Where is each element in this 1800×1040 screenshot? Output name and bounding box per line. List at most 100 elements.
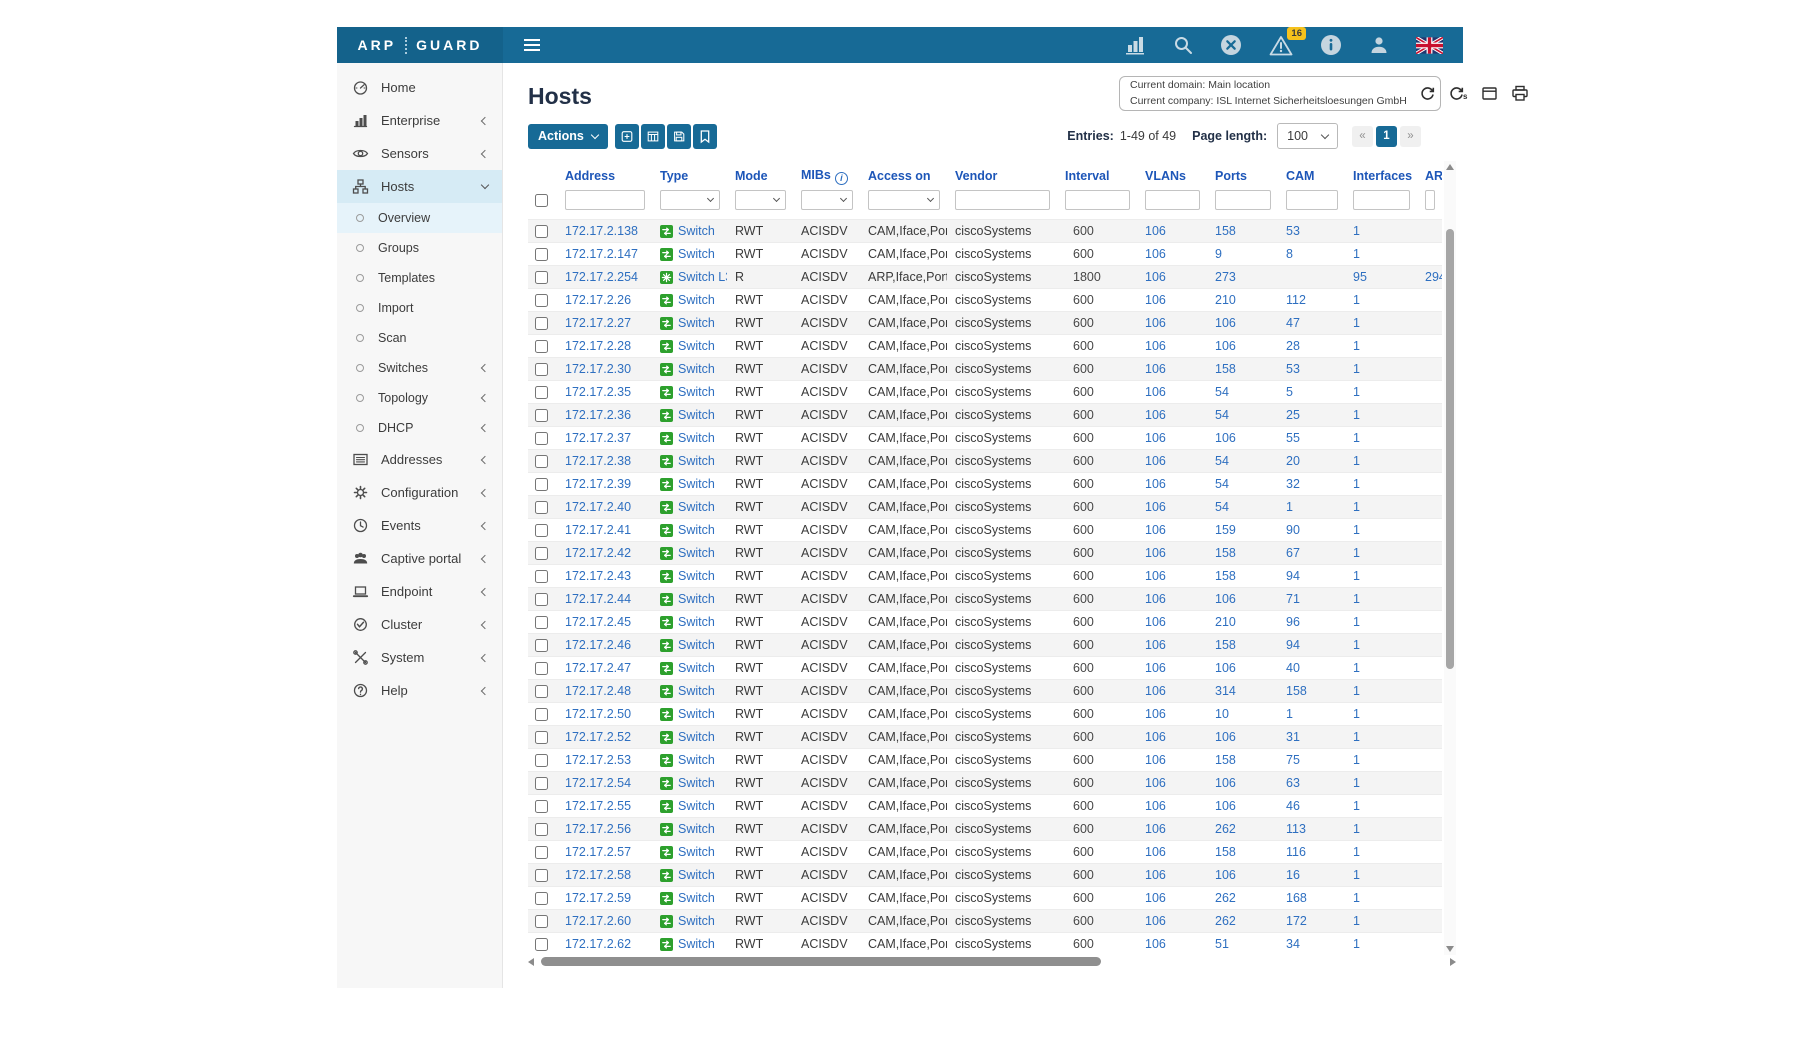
interfaces-link[interactable]: 1 — [1353, 661, 1360, 675]
vlans-link[interactable]: 106 — [1145, 293, 1166, 307]
cam-link[interactable]: 67 — [1286, 546, 1300, 560]
ports-link[interactable]: 158 — [1215, 569, 1236, 583]
row-checkbox[interactable] — [535, 409, 548, 422]
interfaces-link[interactable]: 1 — [1353, 799, 1360, 813]
cam-link[interactable]: 90 — [1286, 523, 1300, 537]
interval-filter-input[interactable] — [1065, 190, 1130, 210]
interfaces-link[interactable]: 1 — [1353, 385, 1360, 399]
row-checkbox[interactable] — [535, 478, 548, 491]
address-filter-input[interactable] — [565, 190, 645, 210]
interfaces-link[interactable]: 1 — [1353, 477, 1360, 491]
refresh-icon[interactable] — [1419, 85, 1436, 102]
type-link[interactable]: Switch — [678, 362, 715, 376]
arp-filter-input[interactable] — [1425, 190, 1435, 210]
row-checkbox[interactable] — [535, 685, 548, 698]
column-label[interactable]: Address — [565, 169, 615, 183]
vlans-link[interactable]: 106 — [1145, 569, 1166, 583]
sidebar-item-switches[interactable]: Switches — [337, 353, 502, 383]
interfaces-link[interactable]: 1 — [1353, 776, 1360, 790]
vlans-link[interactable]: 106 — [1145, 247, 1166, 261]
cam-link[interactable]: 158 — [1286, 684, 1307, 698]
ports-link[interactable]: 54 — [1215, 408, 1229, 422]
vlans-link[interactable]: 106 — [1145, 868, 1166, 882]
ports-link[interactable]: 106 — [1215, 316, 1236, 330]
address-link[interactable]: 172.17.2.39 — [565, 477, 631, 491]
cam-link[interactable]: 71 — [1286, 592, 1300, 606]
address-link[interactable]: 172.17.2.47 — [565, 661, 631, 675]
address-link[interactable]: 172.17.2.58 — [565, 868, 631, 882]
cam-link[interactable]: 20 — [1286, 454, 1300, 468]
interfaces-link[interactable]: 1 — [1353, 247, 1360, 261]
row-checkbox[interactable] — [535, 455, 548, 468]
type-link[interactable]: Switch — [678, 707, 715, 721]
row-checkbox[interactable] — [535, 869, 548, 882]
vlans-link[interactable]: 106 — [1145, 776, 1166, 790]
sidebar-item-overview[interactable]: Overview — [337, 203, 502, 233]
row-checkbox[interactable] — [535, 386, 548, 399]
sidebar-item-enterprise[interactable]: Enterprise — [337, 104, 502, 137]
column-label[interactable]: VLANs — [1145, 169, 1186, 183]
interfaces-link[interactable]: 1 — [1353, 845, 1360, 859]
cam-link[interactable]: 168 — [1286, 891, 1307, 905]
vlans-link[interactable]: 106 — [1145, 546, 1166, 560]
type-link[interactable]: Switch — [678, 891, 715, 905]
ports-link[interactable]: 106 — [1215, 431, 1236, 445]
sidebar-item-sensors[interactable]: Sensors — [337, 137, 502, 170]
ports-link[interactable]: 262 — [1215, 822, 1236, 836]
vlans-link[interactable]: 106 — [1145, 454, 1166, 468]
vlans-link[interactable]: 106 — [1145, 799, 1166, 813]
interfaces-link[interactable]: 1 — [1353, 937, 1360, 951]
row-checkbox[interactable] — [535, 892, 548, 905]
address-link[interactable]: 172.17.2.52 — [565, 730, 631, 744]
type-link[interactable]: Switch — [678, 523, 715, 537]
address-link[interactable]: 172.17.2.62 — [565, 937, 631, 951]
sidebar-item-topology[interactable]: Topology — [337, 383, 502, 413]
vlans-link[interactable]: 106 — [1145, 661, 1166, 675]
ports-link[interactable]: 9 — [1215, 247, 1222, 261]
vlans-link[interactable]: 106 — [1145, 730, 1166, 744]
columns-button[interactable] — [641, 124, 665, 149]
type-link[interactable]: Switch — [678, 500, 715, 514]
vertical-scroll-thumb[interactable] — [1446, 229, 1454, 669]
cam-link[interactable]: 5 — [1286, 385, 1293, 399]
vlans-link[interactable]: 106 — [1145, 592, 1166, 606]
row-checkbox[interactable] — [535, 501, 548, 514]
sidebar-item-scan[interactable]: Scan — [337, 323, 502, 353]
vlans-link[interactable]: 106 — [1145, 914, 1166, 928]
sidebar-item-hosts[interactable]: Hosts — [337, 170, 502, 203]
type-link[interactable]: Switch — [678, 546, 715, 560]
type-link[interactable]: Switch — [678, 293, 715, 307]
address-link[interactable]: 172.17.2.44 — [565, 592, 631, 606]
interfaces-link[interactable]: 1 — [1353, 592, 1360, 606]
ports-link[interactable]: 262 — [1215, 891, 1236, 905]
vlans-link[interactable]: 106 — [1145, 385, 1166, 399]
row-checkbox[interactable] — [535, 938, 548, 951]
type-filter-select[interactable] — [660, 190, 720, 210]
ports-link[interactable]: 158 — [1215, 362, 1236, 376]
ports-link[interactable]: 158 — [1215, 845, 1236, 859]
interfaces-link[interactable]: 1 — [1353, 408, 1360, 422]
address-link[interactable]: 172.17.2.53 — [565, 753, 631, 767]
vlans-link[interactable]: 106 — [1145, 845, 1166, 859]
address-link[interactable]: 172.17.2.45 — [565, 615, 631, 629]
type-link[interactable]: Switch — [678, 753, 715, 767]
ports-link[interactable]: 273 — [1215, 270, 1236, 284]
row-checkbox[interactable] — [535, 662, 548, 675]
interfaces-link[interactable]: 1 — [1353, 615, 1360, 629]
vlans-link[interactable]: 106 — [1145, 362, 1166, 376]
interfaces-link[interactable]: 1 — [1353, 523, 1360, 537]
type-link[interactable]: Switch — [678, 477, 715, 491]
interfaces-link[interactable]: 1 — [1353, 454, 1360, 468]
type-link[interactable]: Switch — [678, 408, 715, 422]
refresh-auto-icon[interactable]: s — [1449, 85, 1468, 102]
ports-link[interactable]: 158 — [1215, 224, 1236, 238]
cam-link[interactable]: 112 — [1286, 293, 1306, 307]
address-link[interactable]: 172.17.2.254 — [565, 270, 638, 284]
row-checkbox[interactable] — [535, 570, 548, 583]
address-link[interactable]: 172.17.2.138 — [565, 224, 638, 238]
ports-link[interactable]: 54 — [1215, 454, 1229, 468]
access-filter-select[interactable] — [868, 190, 940, 210]
column-label[interactable]: CAM — [1286, 169, 1314, 183]
type-link[interactable]: Switch — [678, 224, 715, 238]
ports-link[interactable]: 54 — [1215, 477, 1229, 491]
